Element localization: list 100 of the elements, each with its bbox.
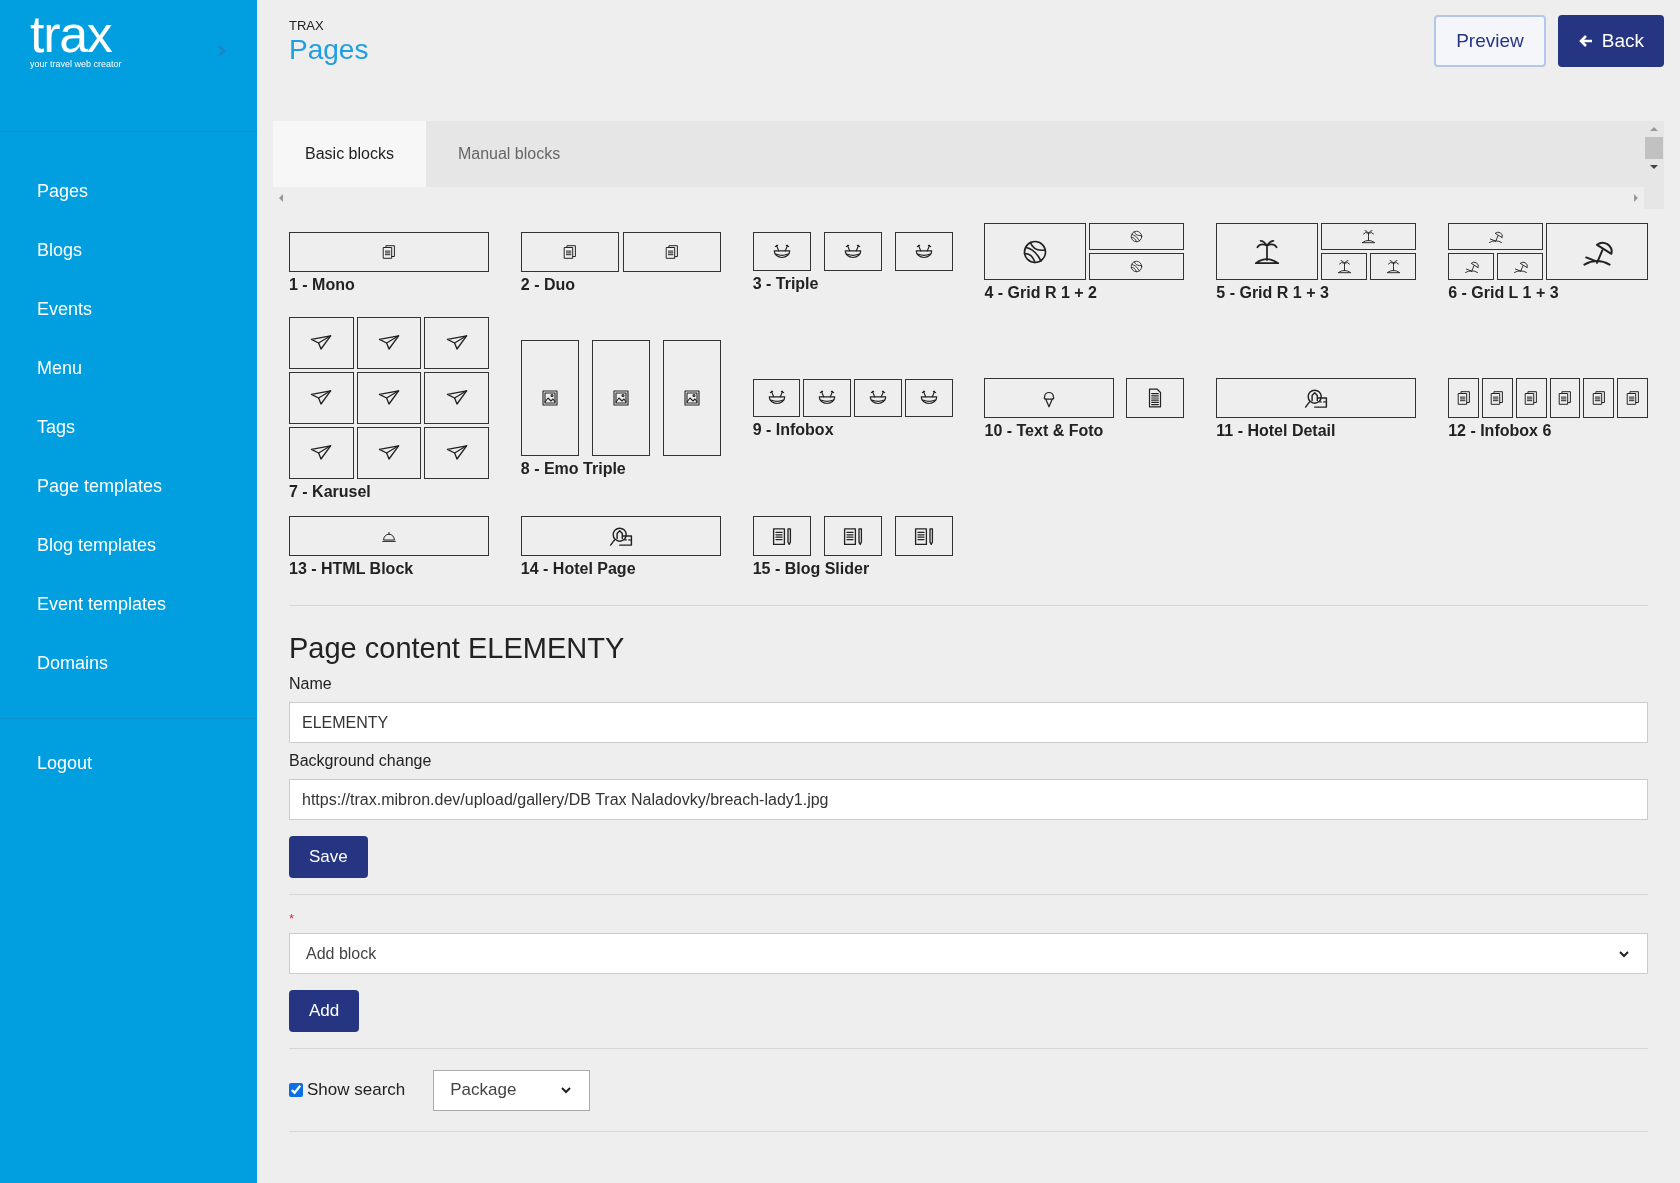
block-thumbnail[interactable] xyxy=(1321,223,1417,250)
block-thumbnail[interactable] xyxy=(1549,378,1581,418)
beach-umbrella-icon xyxy=(1487,228,1505,245)
block-thumbnail[interactable] xyxy=(424,317,489,369)
block-label: 13 - HTML Block xyxy=(289,559,415,579)
block-thumbnail[interactable] xyxy=(1448,378,1479,418)
block-select[interactable]: Add block xyxy=(289,933,1648,974)
block-thumbnail[interactable] xyxy=(591,340,650,456)
block-thumbnail[interactable] xyxy=(803,379,852,417)
block-thumbnail[interactable] xyxy=(894,516,953,556)
block-thumbnail[interactable] xyxy=(1617,378,1649,418)
block-thumbnail[interactable] xyxy=(1089,253,1185,280)
block-thumbnail[interactable] xyxy=(289,317,354,369)
field-label: Name xyxy=(289,674,333,694)
block-label: 6 - Grid L 1 + 3 xyxy=(1448,283,1560,303)
block-thumbnail[interactable] xyxy=(356,317,422,369)
block-thumbnail[interactable] xyxy=(520,516,721,556)
block-thumbnail[interactable] xyxy=(1126,378,1185,418)
add-button[interactable]: Add xyxy=(289,990,360,1032)
ball-icon xyxy=(1129,229,1145,244)
block-thumbnail[interactable] xyxy=(424,427,489,479)
block-label: 14 - Hotel Page xyxy=(520,559,637,579)
block-thumbnail[interactable] xyxy=(904,379,953,417)
back-button[interactable]: Back xyxy=(1557,15,1664,67)
search-type-select[interactable]: Package xyxy=(433,1069,591,1111)
block-thumbnail[interactable] xyxy=(520,340,579,456)
block-label: 1 - Mono xyxy=(289,274,356,295)
ball-icon xyxy=(1129,259,1145,274)
block-thumbnail[interactable] xyxy=(289,372,354,424)
logout-link[interactable]: Logout xyxy=(0,743,257,783)
block-thumbnail[interactable] xyxy=(984,378,1115,418)
sidebar-nav-link[interactable]: Domains xyxy=(0,634,257,693)
block-thumbnail[interactable] xyxy=(356,372,422,424)
block-thumbnail[interactable] xyxy=(356,427,422,479)
required-mark: * xyxy=(289,911,296,927)
sidebar-nav-link[interactable]: Page templates xyxy=(0,457,257,516)
page-title: Pages xyxy=(289,34,369,66)
tab[interactable]: Basic blocks xyxy=(273,121,426,187)
block-thumbnail[interactable] xyxy=(1448,253,1495,280)
block-label: 10 - Text & Foto xyxy=(984,421,1105,441)
block-label: 5 - Grid R 1 + 3 xyxy=(1216,283,1330,303)
block-thumbnail[interactable] xyxy=(854,379,902,417)
palm-tree-icon xyxy=(1360,228,1378,245)
sidebar-nav-link[interactable]: Events xyxy=(0,280,257,339)
block-thumbnail[interactable] xyxy=(622,231,721,272)
beach-umbrella-icon xyxy=(1462,258,1480,275)
block-thumbnail[interactable] xyxy=(424,372,489,424)
palm-tree-icon xyxy=(1384,258,1402,275)
section-heading: Page content ELEMENTY xyxy=(289,631,626,666)
block-thumbnail[interactable] xyxy=(1216,223,1319,280)
field-label: Background change xyxy=(289,751,433,771)
image-icon xyxy=(610,388,631,408)
checkbox-label: Show search xyxy=(307,1079,406,1102)
block-thumbnail[interactable] xyxy=(289,516,489,556)
block-thumbnail[interactable] xyxy=(1370,253,1417,280)
block-thumbnail[interactable] xyxy=(1546,223,1648,280)
sidebar-nav-link[interactable]: Menu xyxy=(0,339,257,398)
block-thumbnail[interactable] xyxy=(1321,253,1368,280)
block-thumbnail[interactable] xyxy=(1448,223,1544,250)
preview-button[interactable]: Preview xyxy=(1434,15,1546,67)
save-button[interactable]: Save xyxy=(289,836,368,878)
block-label: 12 - Infobox 6 xyxy=(1448,421,1553,441)
block-label: 11 - Hotel Detail xyxy=(1216,421,1337,441)
show-search-checkbox[interactable] xyxy=(289,1083,303,1097)
block-thumbnail[interactable] xyxy=(823,232,882,271)
block-thumbnail[interactable] xyxy=(1583,378,1615,418)
block-thumbnail[interactable] xyxy=(1216,378,1417,418)
block-thumbnail[interactable] xyxy=(662,340,721,456)
sidebar-nav-link[interactable]: Pages xyxy=(0,162,257,221)
block-thumbnail[interactable] xyxy=(1089,223,1185,250)
beach-umbrella-icon xyxy=(1511,258,1529,275)
block-label: 8 - Emo Triple xyxy=(520,459,627,479)
tab[interactable]: Manual blocks xyxy=(425,121,593,187)
sidebar-nav-link[interactable]: Blogs xyxy=(0,221,257,280)
block-thumbnail[interactable] xyxy=(752,516,811,556)
block-thumbnail[interactable] xyxy=(520,231,619,272)
sidebar-nav-link[interactable]: Blog templates xyxy=(0,516,257,575)
block-thumbnail[interactable] xyxy=(1482,378,1513,418)
block-thumbnail[interactable] xyxy=(289,427,354,479)
block-label: 2 - Duo xyxy=(520,274,577,295)
image-icon xyxy=(539,388,560,408)
text-field[interactable]: ELEMENTY xyxy=(289,702,1648,743)
text-field[interactable]: https://trax.mibron.dev/upload/gallery/DB Trax Naladovky/breach-lady1.jpg xyxy=(289,779,1648,820)
block-label: 4 - Grid R 1 + 2 xyxy=(984,283,1098,303)
block-thumbnail[interactable] xyxy=(289,231,489,272)
scroll-down-icon[interactable] xyxy=(1649,163,1659,171)
block-thumbnail[interactable] xyxy=(1497,253,1544,280)
block-thumbnail[interactable] xyxy=(752,379,801,417)
arrow-left-icon xyxy=(1577,33,1594,49)
block-thumbnail[interactable] xyxy=(823,516,882,556)
sidebar-nav-link[interactable]: Event templates xyxy=(0,575,257,634)
document-icon xyxy=(380,242,398,261)
block-thumbnail[interactable] xyxy=(894,232,953,271)
scrollbar-thumb[interactable] xyxy=(1645,137,1663,159)
sidebar-nav-link[interactable]: Tags xyxy=(0,398,257,457)
palm-tree-icon xyxy=(1335,258,1353,275)
block-thumbnail[interactable] xyxy=(1515,378,1547,418)
block-thumbnail[interactable] xyxy=(984,223,1087,280)
logo-tagline: your travel web creator xyxy=(30,58,122,70)
block-thumbnail[interactable] xyxy=(752,232,811,271)
